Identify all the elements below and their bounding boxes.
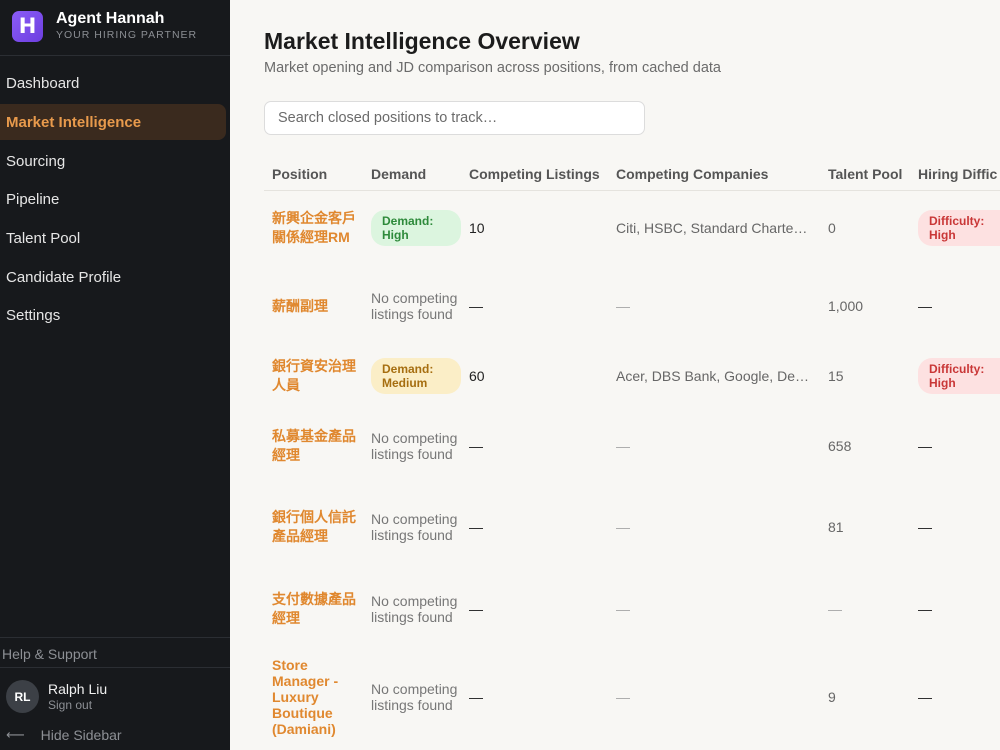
competing-listings: 10	[469, 220, 485, 237]
talent-pool: 0	[828, 220, 836, 237]
hiring-difficulty: —	[918, 519, 932, 535]
positions-table: Position Demand Competing Listings Compe…	[264, 159, 1000, 745]
competing-companies: Acer, DBS Bank, Google, Del…	[616, 368, 813, 384]
competing-companies: —	[616, 298, 630, 314]
sidebar-item-settings[interactable]: Settings	[0, 297, 226, 333]
competing-companies: —	[616, 519, 630, 535]
table-row[interactable]: 私募基金產品經理 No competing listings found — —…	[264, 406, 1000, 486]
hiring-difficulty: —	[918, 600, 932, 617]
demand-status: No competing listings found	[371, 511, 458, 543]
competing-listings: —	[469, 519, 483, 535]
competing-listings: 60	[469, 368, 485, 384]
main-content: Market Intelligence Overview Market open…	[230, 0, 1000, 750]
col-header-talent-pool[interactable]: Talent Pool	[820, 159, 910, 191]
hiring-difficulty: —	[918, 298, 932, 314]
demand-status: No competing listings found	[371, 290, 458, 322]
col-header-demand[interactable]: Demand	[363, 159, 461, 191]
sidebar-item-pipeline[interactable]: Pipeline	[0, 181, 226, 217]
demand-badge: Demand: Medium	[371, 358, 461, 394]
position-link[interactable]: 私募基金產品經理	[264, 406, 363, 486]
talent-pool: 15	[828, 368, 844, 384]
brand[interactable]: H Agent Hannah YOUR HIRING PARTNER	[12, 9, 222, 43]
table-row[interactable]: 新興企金客戶關係經理RM Demand: High 10 Citi, HSBC,…	[264, 190, 1000, 266]
position-link[interactable]: 新興企金客戶關係經理RM	[264, 190, 363, 266]
col-header-competing-companies[interactable]: Competing Companies	[608, 159, 820, 191]
talent-pool: 9	[828, 689, 836, 705]
difficulty-badge: Difficulty: High	[918, 358, 1000, 394]
competing-companies: Citi, HSBC, Standard Charte…	[616, 220, 808, 237]
sidebar-item-talent-pool[interactable]: Talent Pool	[0, 220, 226, 256]
demand-status: No competing listings found	[371, 681, 458, 713]
talent-pool: 658	[828, 438, 852, 454]
table-row[interactable]: 支付數據產品經理 No competing listings found — —…	[264, 568, 1000, 649]
table-row[interactable]: 薪酬副理 No competing listings found — — 1,0…	[264, 266, 1000, 346]
position-link[interactable]: 薪酬副理	[264, 266, 363, 346]
col-header-competing-listings[interactable]: Competing Listings	[461, 159, 608, 191]
sidebar-divider	[0, 667, 230, 668]
arrow-left-icon: ⟵	[6, 727, 25, 743]
competing-companies: —	[616, 438, 630, 454]
talent-pool: 81	[828, 519, 844, 535]
avatar[interactable]: RL	[6, 680, 39, 713]
talent-pool: —	[828, 600, 842, 617]
demand-status: No competing listings found	[371, 430, 458, 462]
page-title: Market Intelligence Overview	[264, 28, 580, 54]
competing-listings: —	[469, 600, 483, 617]
table-row[interactable]: 銀行個人信託產品經理 No competing listings found —…	[264, 486, 1000, 568]
difficulty-badge: Difficulty: High	[918, 210, 1000, 247]
hiring-difficulty: —	[918, 689, 932, 705]
competing-listings: —	[469, 298, 483, 314]
col-header-hiring-difficulty[interactable]: Hiring Diffic	[910, 159, 1000, 191]
hiring-difficulty: —	[918, 438, 932, 454]
brand-tagline: YOUR HIRING PARTNER	[56, 29, 198, 41]
sidebar-item-candidate-profile[interactable]: Candidate Profile	[0, 259, 226, 295]
sidebar-divider	[0, 55, 230, 56]
demand-badge: Demand: High	[371, 210, 461, 247]
sidebar-item-dashboard[interactable]: Dashboard	[0, 65, 226, 101]
competing-listings: —	[469, 438, 483, 454]
hide-sidebar-label: Hide Sidebar	[40, 727, 122, 743]
sidebar-divider	[0, 637, 230, 638]
brand-name: Agent Hannah	[56, 10, 165, 27]
sidebar: H Agent Hannah YOUR HIRING PARTNER Dashb…	[0, 0, 230, 750]
user-profile: RL Ralph Liu Sign out	[6, 680, 107, 713]
position-link[interactable]: 銀行資安治理人員	[264, 346, 363, 406]
help-support-link[interactable]: Help & Support	[2, 646, 97, 662]
talent-pool: 1,000	[828, 298, 864, 314]
table-row[interactable]: 銀行資安治理人員 Demand: Medium 60 Acer, DBS Ban…	[264, 346, 1000, 406]
sidebar-item-market-intelligence[interactable]: Market Intelligence	[0, 104, 226, 140]
competing-companies: —	[616, 689, 630, 705]
competing-companies: —	[616, 600, 630, 617]
demand-status: No competing listings found	[371, 592, 458, 625]
col-header-position[interactable]: Position	[264, 159, 363, 191]
table-header-row: Position Demand Competing Listings Compe…	[264, 159, 1000, 191]
page-subtitle: Market opening and JD comparison across …	[264, 60, 721, 76]
hide-sidebar-button[interactable]: ⟵ Hide Sidebar	[6, 727, 122, 743]
position-link[interactable]: 銀行個人信託產品經理	[264, 486, 363, 568]
sidebar-item-sourcing[interactable]: Sourcing	[0, 143, 226, 179]
letter-h-logo-icon: H	[12, 10, 43, 42]
sign-out-link[interactable]: Sign out	[48, 698, 107, 712]
search-input[interactable]	[264, 101, 645, 135]
position-link[interactable]: 支付數據產品經理	[264, 568, 363, 649]
user-name: Ralph Liu	[48, 681, 108, 697]
table-row[interactable]: Store Manager - Luxury Boutique (Damiani…	[264, 649, 1000, 745]
position-link[interactable]: Store Manager - Luxury Boutique (Damiani…	[264, 649, 363, 745]
competing-listings: —	[469, 689, 483, 705]
